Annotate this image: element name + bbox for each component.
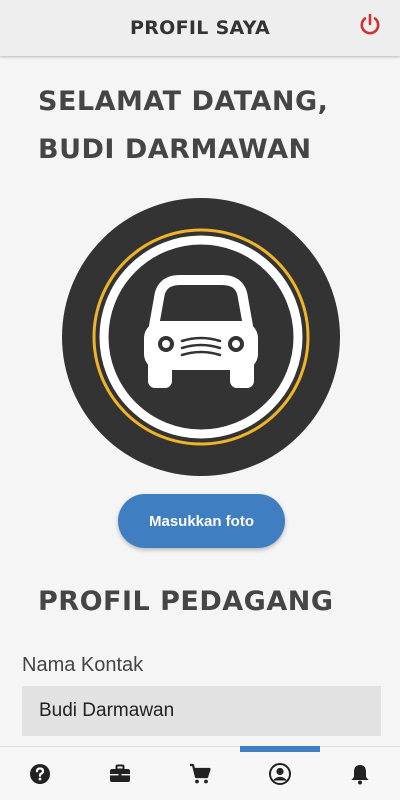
nav-profile[interactable] <box>240 746 320 800</box>
help-icon <box>30 763 50 784</box>
nav-help[interactable] <box>0 747 80 800</box>
nav-business[interactable] <box>80 747 160 800</box>
app-header: PROFIL SAYA <box>0 0 400 56</box>
contact-name-label: Nama Kontak <box>22 654 144 676</box>
bell-icon <box>351 764 369 784</box>
welcome-user-name: BUDI DARMAWAN <box>38 134 312 165</box>
merchant-profile-title: PROFIL PEDAGANG <box>38 586 334 617</box>
upload-photo-button[interactable]: Masukkan foto <box>118 494 285 548</box>
contact-name-field[interactable] <box>22 686 381 736</box>
avatar <box>62 198 340 476</box>
page-title: PROFIL SAYA <box>130 17 270 39</box>
cart-icon <box>190 763 211 783</box>
profile-content: SELAMAT DATANG, BUDI DARMAWAN Masukkan f… <box>0 56 400 746</box>
welcome-greeting: SELAMAT DATANG, <box>38 86 329 117</box>
nav-notifications[interactable] <box>320 747 400 800</box>
active-tab-indicator <box>240 746 320 752</box>
nav-cart[interactable] <box>160 747 240 800</box>
profile-icon <box>269 762 291 785</box>
briefcase-icon <box>110 764 130 782</box>
power-icon[interactable] <box>358 13 382 37</box>
welcome-text: SELAMAT DATANG, BUDI DARMAWAN <box>38 78 328 174</box>
bottom-nav <box>0 746 400 800</box>
